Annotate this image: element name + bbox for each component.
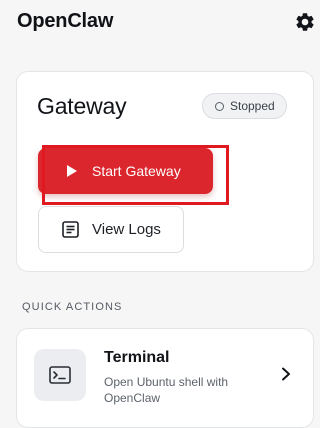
play-icon	[67, 165, 77, 177]
start-gateway-button[interactable]: Start Gateway	[38, 148, 213, 194]
app-panel: OpenClaw Gateway Stopped Start Gateway V	[0, 0, 318, 428]
gear-icon	[296, 13, 314, 31]
terminal-title: Terminal	[104, 349, 170, 366]
start-gateway-label: Start Gateway	[92, 163, 181, 179]
terminal-icon	[34, 349, 86, 401]
status-circle-icon	[215, 101, 224, 111]
view-logs-label: View Logs	[92, 221, 161, 238]
status-badge: Stopped	[202, 93, 287, 119]
app-title: OpenClaw	[17, 10, 114, 32]
settings-button[interactable]	[293, 10, 317, 34]
view-logs-button[interactable]: View Logs	[38, 206, 184, 253]
gateway-title: Gateway	[37, 93, 127, 119]
header: OpenClaw	[0, 0, 318, 44]
terminal-description: Open Ubuntu shell with OpenClaw	[104, 375, 229, 405]
gateway-card: Gateway Stopped Start Gateway View Logs	[16, 71, 314, 272]
terminal-action-card[interactable]: Terminal Open Ubuntu shell with OpenClaw	[16, 328, 314, 428]
chevron-right-icon	[282, 367, 290, 381]
status-label: Stopped	[230, 99, 275, 113]
quick-actions-heading: QUICK ACTIONS	[22, 301, 123, 313]
document-icon	[62, 221, 79, 238]
